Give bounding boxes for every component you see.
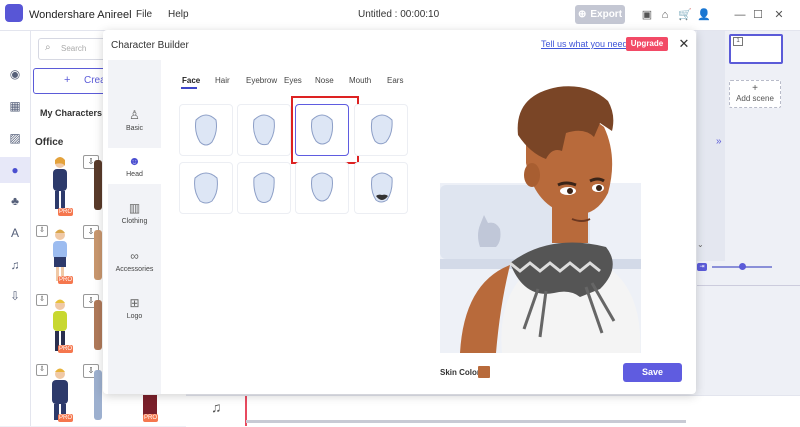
pro-badge: PRO [58, 414, 73, 422]
download-icon[interactable]: ⇩ [36, 225, 48, 237]
face-option[interactable] [179, 104, 233, 156]
background-icon[interactable]: ▨ [7, 130, 23, 146]
collapse-arrow-icon[interactable]: ⌄ [697, 240, 704, 249]
add-scene-button[interactable]: + Add scene [729, 80, 781, 108]
minimize-icon[interactable]: — [733, 8, 747, 22]
save-button[interactable]: Save [623, 363, 682, 382]
face-option[interactable] [237, 162, 291, 214]
add-scene-label: Add scene [736, 94, 774, 103]
character-thumbnail[interactable] [94, 160, 102, 210]
props-icon[interactable]: ♣ [7, 193, 23, 209]
category-head[interactable]: ☻ Head [108, 154, 161, 178]
close-window-icon[interactable]: ✕ [772, 8, 786, 22]
menu-file[interactable]: File [136, 9, 152, 20]
add-user-icon: + [64, 74, 71, 86]
character-thumbnail[interactable] [94, 300, 102, 350]
face-option[interactable] [237, 104, 291, 156]
character-thumbnail[interactable] [94, 370, 102, 420]
tab-ears[interactable]: Ears [387, 76, 403, 85]
search-placeholder: Search [61, 44, 87, 53]
active-tab-underline [181, 87, 197, 89]
selection-highlight [291, 96, 359, 164]
export-label: Export [590, 9, 623, 20]
category-label: Accessories [115, 266, 154, 273]
maximize-icon[interactable]: ☐ [751, 8, 765, 22]
pro-badge: PRO [58, 345, 73, 353]
skin-color-label: Skin Color [440, 368, 481, 377]
export-icon: ⊕ [577, 9, 587, 20]
cart-icon[interactable]: 🛒 [678, 8, 692, 22]
home-icon[interactable]: ⌂ [658, 8, 672, 22]
tab-mouth[interactable]: Mouth [349, 76, 371, 85]
text-icon[interactable]: A [7, 225, 23, 241]
face-option[interactable] [295, 162, 349, 214]
character-thumbnail[interactable] [94, 230, 102, 280]
face-option[interactable] [354, 162, 408, 214]
dialog-title: Character Builder [111, 40, 189, 51]
character-thumbnail[interactable] [46, 227, 82, 283]
category-accessories[interactable]: ∞ Accessories [108, 249, 161, 273]
timeline-ruler [697, 275, 800, 286]
account-icon[interactable]: 👤 [697, 8, 711, 22]
app-name: Wondershare Anireel [29, 9, 132, 21]
template-icon[interactable]: ◉ [7, 66, 23, 82]
shirt-icon: ▥ [128, 201, 141, 215]
search-input[interactable]: ⌕ Search [38, 38, 110, 60]
pro-badge: PRO [58, 276, 73, 284]
media-icon[interactable]: ▦ [7, 98, 23, 114]
category-clothing[interactable]: ▥ Clothing [108, 201, 161, 225]
timeline-scrollbar[interactable] [246, 420, 686, 423]
pro-badge: PRO [58, 208, 73, 216]
face-option[interactable] [354, 104, 408, 156]
face-option[interactable] [179, 162, 233, 214]
category-logo[interactable]: ⊞ Logo [108, 296, 161, 320]
my-characters-tab[interactable]: My Characters [40, 108, 102, 118]
export-button[interactable]: ⊕ Export [575, 5, 625, 24]
character-preview [440, 75, 641, 353]
skin-color-swatch[interactable] [478, 366, 490, 378]
scene-thumbnail[interactable]: 1 [729, 34, 783, 64]
close-icon[interactable]: ✕ [678, 37, 690, 50]
download-icon[interactable]: ⇩ [36, 364, 48, 376]
save-icon[interactable]: ▣ [640, 8, 654, 22]
feedback-link[interactable]: Tell us what you need [541, 39, 628, 49]
person-icon: ♙ [129, 108, 140, 122]
download-icon[interactable]: ⇩ [36, 294, 48, 306]
music-icon[interactable]: ♫ [7, 257, 23, 273]
category-label: Clothing [121, 218, 148, 225]
character-thumbnail[interactable] [46, 155, 82, 211]
tab-eyes[interactable]: Eyes [284, 76, 302, 85]
plus-icon: + [752, 83, 758, 94]
tab-eyebrow[interactable]: Eyebrow [246, 76, 277, 85]
music-track-icon: ♫ [211, 399, 222, 415]
category-heading: Office [35, 137, 64, 148]
category-label: Logo [126, 313, 143, 320]
upgrade-button[interactable]: Upgrade [626, 37, 668, 51]
category-basic[interactable]: ♙ Basic [108, 108, 161, 132]
menu-help[interactable]: Help [168, 9, 189, 20]
glasses-icon: ∞ [130, 249, 139, 263]
category-label: Basic [125, 125, 144, 132]
tab-nose[interactable]: Nose [315, 76, 334, 85]
document-title: Untitled : 00:00:10 [358, 9, 440, 20]
tab-hair[interactable]: Hair [215, 76, 230, 85]
app-logo-icon [5, 4, 23, 22]
character-icon[interactable]: ● [7, 162, 23, 178]
logo-icon: ⊞ [129, 296, 140, 310]
zoom-slider-handle[interactable] [739, 263, 746, 270]
create-character-button[interactable]: + Creat [33, 68, 110, 94]
pro-badge: PRO [143, 414, 158, 422]
search-icon: ⌕ [45, 42, 51, 53]
zoom-fit-icon[interactable]: ⇥ [697, 263, 707, 271]
import-icon[interactable]: ⇩ [7, 288, 23, 304]
tab-face[interactable]: Face [182, 76, 200, 85]
scene-number-icon: 1 [733, 37, 743, 46]
head-icon: ☻ [128, 154, 141, 168]
expand-icon[interactable]: » [716, 136, 722, 147]
category-label: Head [126, 171, 143, 178]
